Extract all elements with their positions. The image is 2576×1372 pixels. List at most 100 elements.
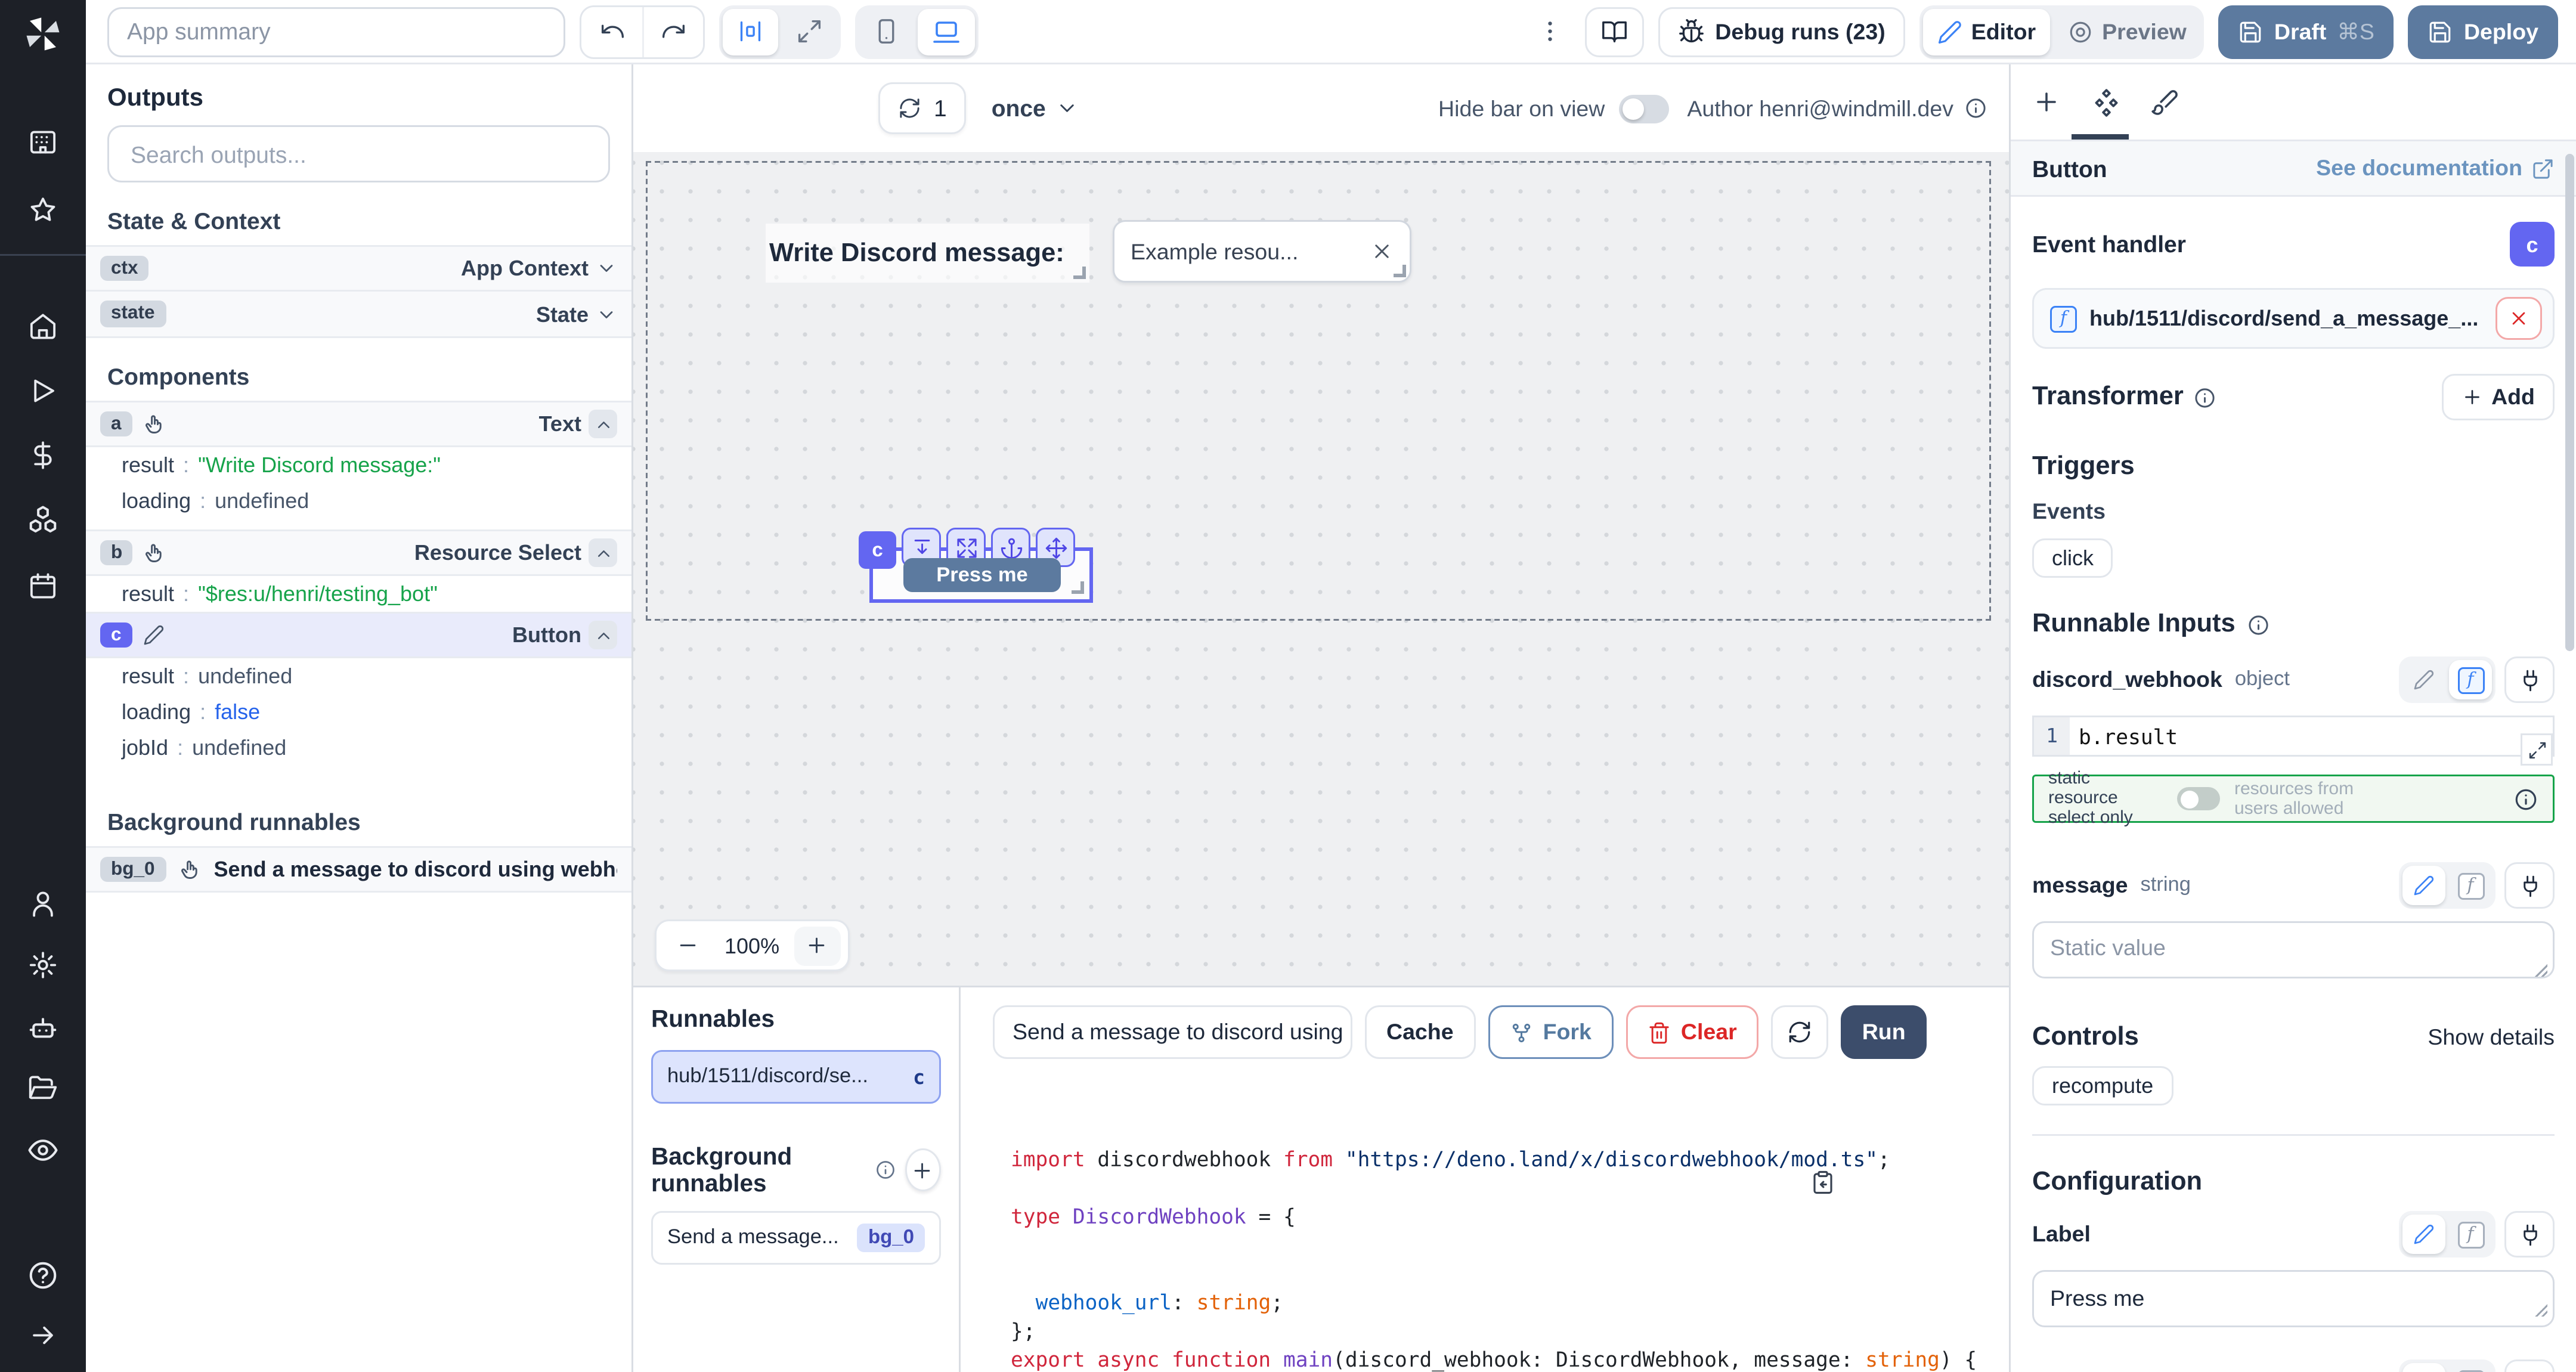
- undo-redo-group: [580, 5, 705, 58]
- resource-mode-toggle[interactable]: [2177, 787, 2220, 810]
- show-details-link[interactable]: Show details: [2428, 1025, 2555, 1050]
- collapse-arrow-right-icon[interactable]: [28, 1320, 58, 1351]
- audit-eye-icon[interactable]: [27, 1134, 59, 1166]
- add-background-runnable-button[interactable]: [905, 1148, 941, 1191]
- eval-mode-function-icon[interactable]: f: [2449, 1363, 2492, 1372]
- insert-tab-plus-icon[interactable]: [2018, 66, 2075, 138]
- undo-button[interactable]: [581, 7, 642, 57]
- resize-handle[interactable]: [1072, 581, 1084, 594]
- static-mode-pencil-icon[interactable]: [2402, 660, 2445, 699]
- settings-gear-icon[interactable]: [28, 950, 58, 980]
- app-canvas[interactable]: Write Discord message: Example resou... …: [633, 152, 2009, 986]
- eval-mode-function-icon[interactable]: f: [2449, 660, 2492, 699]
- chevron-down-icon[interactable]: [596, 303, 617, 325]
- static-mode-pencil-icon[interactable]: [2402, 1363, 2445, 1372]
- favorites-star-icon[interactable]: [28, 195, 58, 225]
- outputs-search-input[interactable]: [127, 139, 590, 169]
- add-transformer-button[interactable]: Add: [2441, 374, 2555, 420]
- redo-button[interactable]: [642, 7, 703, 57]
- more-menu-kebab-icon[interactable]: [1529, 18, 1570, 45]
- frequency-dropdown[interactable]: once: [992, 95, 1078, 122]
- runs-play-icon[interactable]: [28, 376, 58, 406]
- output-row-ctx[interactable]: ctx App Context: [86, 245, 631, 292]
- workers-robot-icon[interactable]: [27, 1012, 59, 1045]
- variables-dollar-icon[interactable]: [28, 440, 58, 470]
- deploy-button[interactable]: Deploy: [2408, 5, 2558, 58]
- app-summary-input[interactable]: [107, 7, 565, 57]
- mobile-view-button[interactable]: [859, 8, 914, 55]
- info-icon[interactable]: [2513, 786, 2538, 812]
- script-title-input[interactable]: Send a message to discord using: [993, 1005, 1352, 1059]
- recompute-chip[interactable]: recompute: [2032, 1066, 2173, 1105]
- settings-tab-components-icon[interactable]: [2077, 66, 2134, 138]
- full-width-button[interactable]: [782, 8, 837, 55]
- output-row-state[interactable]: state State: [86, 292, 631, 338]
- static-resource-option: static resource select only resources fr…: [2032, 775, 2555, 823]
- expand-editor-icon[interactable]: [2521, 733, 2553, 766]
- text-component[interactable]: Write Discord message:: [766, 224, 1089, 283]
- users-icon[interactable]: [28, 889, 58, 919]
- hide-bar-toggle[interactable]: [1619, 94, 1669, 123]
- tab-editor[interactable]: Editor: [1923, 8, 2050, 55]
- component-row-b[interactable]: b Resource Select: [86, 529, 631, 576]
- eval-mode-function-icon[interactable]: f: [2449, 1215, 2492, 1254]
- resource-select-component[interactable]: Example resou...: [1113, 220, 1411, 283]
- desktop-view-button[interactable]: [918, 8, 975, 55]
- pencil-icon[interactable]: [143, 624, 165, 646]
- fork-button[interactable]: Fork: [1488, 1005, 1613, 1059]
- debug-runs-button[interactable]: Debug runs (23): [1658, 7, 1905, 57]
- textarea-resize-grip[interactable]: [2535, 1304, 2547, 1317]
- draft-button[interactable]: Draft ⌘S: [2219, 5, 2394, 58]
- tab-preview[interactable]: Preview: [2054, 8, 2201, 55]
- zoom-out-button[interactable]: [664, 926, 710, 965]
- input-expression-editor[interactable]: 1 b.result: [2032, 716, 2555, 757]
- component-row-a[interactable]: a Text: [86, 401, 631, 447]
- static-mode-pencil-icon[interactable]: [2402, 866, 2445, 905]
- run-button[interactable]: Run: [1841, 1005, 1927, 1059]
- resources-cubes-icon[interactable]: [27, 504, 59, 537]
- selected-runnable-row[interactable]: hub/1511/discord/se... c: [651, 1050, 941, 1104]
- remove-runnable-button[interactable]: [2496, 297, 2542, 340]
- collapse-chevron-up-icon[interactable]: [589, 621, 617, 649]
- home-icon[interactable]: [28, 311, 58, 342]
- label-value-input[interactable]: [2032, 1270, 2555, 1327]
- collapse-chevron-up-icon[interactable]: [589, 410, 617, 438]
- see-documentation-link[interactable]: See documentation: [2316, 156, 2555, 181]
- code-editor[interactable]: import discordwebhook from "https://deno…: [961, 1073, 2009, 1372]
- connect-plug-icon[interactable]: [2504, 862, 2555, 909]
- eval-mode-function-icon[interactable]: f: [2449, 866, 2492, 905]
- refresh-count-button[interactable]: 1: [878, 82, 967, 134]
- chevron-down-icon[interactable]: [596, 258, 617, 279]
- cache-button[interactable]: Cache: [1365, 1005, 1475, 1059]
- bounded-width-button[interactable]: [723, 8, 778, 55]
- textarea-resize-grip[interactable]: [2535, 964, 2547, 977]
- docs-button[interactable]: [1584, 7, 1643, 57]
- connect-plug-icon[interactable]: [2504, 1359, 2555, 1372]
- refresh-code-button[interactable]: [1771, 1005, 1828, 1059]
- schedules-calendar-icon[interactable]: [28, 571, 58, 601]
- styling-tab-brush-icon[interactable]: [2136, 66, 2193, 138]
- zoom-in-button[interactable]: [794, 926, 840, 965]
- folders-icon[interactable]: [28, 1073, 58, 1104]
- component-row-c-selected[interactable]: c Button: [86, 612, 631, 658]
- workspace-icon[interactable]: [28, 127, 58, 157]
- press-me-button[interactable]: Press me: [903, 558, 1061, 592]
- selected-button-component[interactable]: c Press me: [869, 547, 1093, 603]
- help-icon[interactable]: [27, 1259, 59, 1292]
- message-static-value-input[interactable]: [2032, 921, 2555, 978]
- windmill-logo-icon[interactable]: [23, 14, 63, 54]
- event-handler-runnable[interactable]: f hub/1511/discord/send_a_message_...: [2032, 288, 2555, 349]
- connect-plug-icon[interactable]: [2504, 656, 2555, 703]
- static-mode-pencil-icon[interactable]: [2402, 1215, 2445, 1254]
- collapse-chevron-up-icon[interactable]: [589, 538, 617, 567]
- inspector-scrollbar[interactable]: [2565, 154, 2574, 651]
- copilot-clipboard-icon[interactable]: [1810, 1113, 1909, 1252]
- resize-handle[interactable]: [1394, 265, 1406, 277]
- info-icon[interactable]: [1964, 97, 1987, 120]
- background-runnable-item[interactable]: Send a message... bg_0: [651, 1211, 941, 1265]
- clear-selection-x-icon[interactable]: [1370, 240, 1394, 263]
- background-runnable-row[interactable]: bg_0 Send a message to discord using web…: [86, 846, 631, 893]
- resize-handle[interactable]: [1073, 267, 1086, 279]
- connect-plug-icon[interactable]: [2504, 1211, 2555, 1258]
- clear-button[interactable]: Clear: [1626, 1005, 1758, 1059]
